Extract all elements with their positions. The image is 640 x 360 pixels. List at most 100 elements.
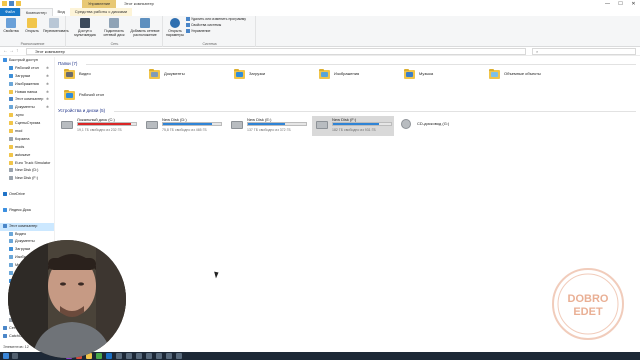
title-bar: Управление Этот компьютер — ☐ ✕ [0,0,640,8]
drive-item[interactable]: New Disk (E:) 137 ГБ свободно из 372 ГБ [227,116,309,136]
folder-item[interactable]: Видео [59,68,139,83]
tab-file[interactable]: Файл [0,8,20,16]
pin-icon[interactable]: ✱ [46,81,49,89]
uninstall-program-button[interactable]: Удалить или изменить программу [186,17,246,22]
search-taskbar-icon[interactable] [12,353,18,359]
nav-item[interactable]: Euro Truck Simulator [0,160,54,168]
nav-item[interactable]: New Disk (F:) [0,175,54,183]
manage-button[interactable]: Управление [186,29,210,34]
system-properties-button[interactable]: Свойства системы [186,23,221,28]
pin-icon[interactable]: ✱ [46,89,49,97]
nav-item[interactable]: Быстрый доступ [0,57,54,65]
maximize-button[interactable]: ☐ [614,0,627,8]
nav-item[interactable]: autosave [0,152,54,160]
open-button[interactable]: Открыть [22,18,42,33]
steam-icon[interactable] [106,353,112,359]
nav-item[interactable]: mod [0,128,54,136]
folder-item[interactable]: Музыка [399,68,479,83]
media-access-label: Доступ к мультимедиа [74,29,96,37]
folder-label: Видео [79,71,91,76]
quick-access-toolbar [2,1,21,6]
open-settings-button[interactable]: Открыть параметры [165,18,185,37]
nav-item[interactable]: Новая папка ✱ [0,89,54,97]
search-input[interactable]: ⌕ [532,48,636,55]
rename-label: Переименовать [43,29,69,33]
nav-item[interactable]: Корзина [0,136,54,144]
nav-item[interactable]: New Disk (D:) [0,167,54,175]
webcam-overlay [8,240,126,358]
up-arrow-icon[interactable]: ↑ [16,47,19,56]
start-icon[interactable] [3,353,9,359]
pin-icon[interactable]: ✱ [46,96,49,104]
drive-usage-fill [248,123,285,125]
folder-item[interactable]: Загрузки [229,68,309,83]
uninstall-icon [186,17,190,22]
app-icon-10[interactable] [176,353,182,359]
address-path: Этот компьютер [35,49,65,54]
folder-label: Рабочий стол [79,92,105,97]
nav-item-icon [9,152,13,157]
drive-item[interactable]: Локальный диск (C:) 19,1 ГБ свободно из 2… [57,116,139,136]
folder-item[interactable]: Документы [144,68,224,83]
logo-line-2: EDET [573,306,603,318]
nav-item[interactable]: СценыСтрима [0,120,54,128]
nav-item[interactable]: Яндекс.Диск [0,207,54,215]
nav-item[interactable]: Рабочий стол ✱ [0,65,54,73]
app-icon-5[interactable] [126,353,132,359]
nav-item[interactable]: mods [0,144,54,152]
pin-icon[interactable]: ✱ [46,65,49,73]
pin-icon[interactable]: ✱ [46,73,49,81]
nav-item-icon [9,263,13,268]
close-button[interactable]: ✕ [627,0,640,8]
group-label-network: Сеть [110,42,119,46]
add-network-location-button[interactable]: Добавить сетевое расположение [129,18,161,37]
ribbon: Свойства Открыть Переименовать Расположе… [0,16,640,47]
properties-icon[interactable] [9,1,14,6]
pin-icon[interactable]: ✱ [46,104,49,112]
folders-section-header[interactable]: Папки (7) [58,61,77,66]
folder-item[interactable]: Объемные объекты [484,68,564,83]
nav-item[interactable]: .sync [0,112,54,120]
app-icon-3[interactable] [96,353,102,359]
app-icon-9[interactable] [166,353,172,359]
media-access-button[interactable]: Доступ к мультимедиа [71,18,99,37]
folder-item[interactable]: Изображения [314,68,394,83]
new-folder-icon[interactable] [16,1,21,6]
app-icon-7[interactable] [146,353,152,359]
tab-drive-tools[interactable]: Средства работы с дисками [69,8,133,16]
rename-button[interactable]: Переименовать [43,18,69,33]
drive-item[interactable]: CD-дисковод (G:) [397,116,479,136]
nav-item[interactable]: OneDrive [0,191,54,199]
nav-item[interactable]: Загрузки ✱ [0,73,54,81]
drive-free-space: 182 ГБ свободно из 931 ГБ [332,128,376,132]
webcam-person-image [8,240,126,358]
tab-view[interactable]: Вид [53,8,70,16]
nav-item[interactable]: Видео [0,231,54,239]
minimize-button[interactable]: — [601,0,614,8]
context-tab-manage[interactable]: Управление [82,0,117,8]
app-icon-6[interactable] [136,353,142,359]
nav-item[interactable]: Этот компьютер [0,222,54,231]
address-input[interactable]: Этот компьютер [26,48,526,55]
nav-item[interactable]: Изображения ✱ [0,81,54,89]
drive-item[interactable]: New Disk (F:) 182 ГБ свободно из 931 ГБ [312,116,394,136]
back-arrow-icon[interactable]: ← [3,47,8,56]
nav-item-label: Рабочий стол [15,65,39,70]
properties-button[interactable]: Свойства [1,18,21,33]
drives-section-header[interactable]: Устройства и диски (5) [58,108,105,113]
forward-arrow-icon[interactable]: → [9,47,14,56]
hard-drive-icon [316,121,328,129]
app-icon-4[interactable] [116,353,122,359]
drive-item[interactable]: New Disk (D:) 75,8 ГБ свободно из 465 ГБ [142,116,224,136]
nav-item-icon [3,334,7,339]
app-icon-8[interactable] [156,353,162,359]
items-count: Элементов: 12 [3,345,29,349]
map-network-drive-button[interactable]: Подключить сетевой диск [100,18,128,37]
nav-item[interactable]: Этот компьютер ✱ [0,96,54,104]
folder-item[interactable]: Рабочий стол [59,89,139,104]
hard-drive-icon [401,119,411,129]
nav-item[interactable]: Документы ✱ [0,104,54,112]
tab-computer[interactable]: Компьютер [19,8,53,16]
drive-free-space: 19,1 ГБ свободно из 232 ГБ [77,128,122,132]
